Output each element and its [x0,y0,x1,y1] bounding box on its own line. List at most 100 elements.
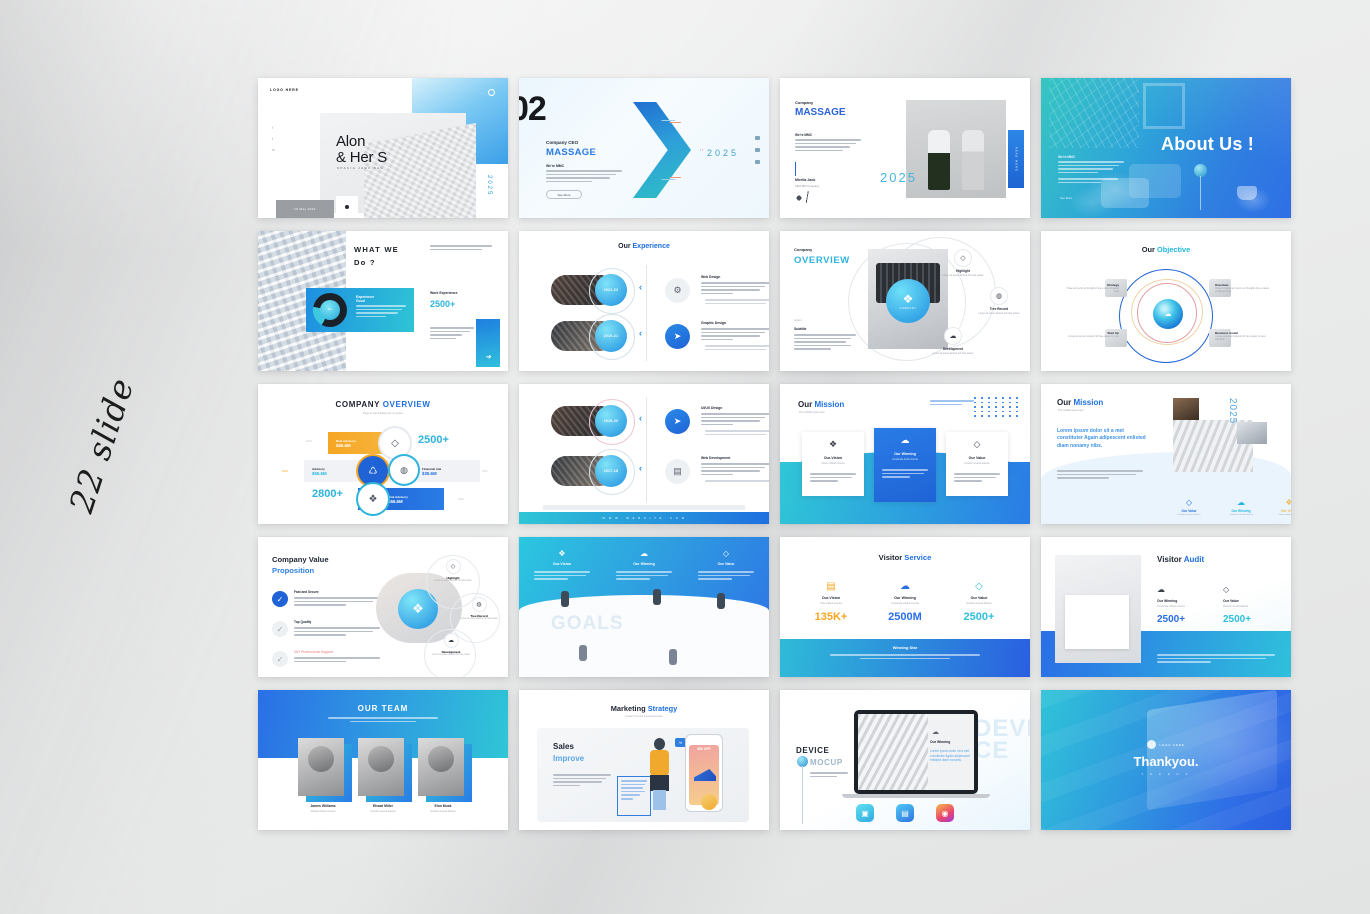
subtitle-text [328,717,438,723]
app-gradient-icon[interactable]: ◉ [936,804,954,822]
person-figure [653,589,661,605]
donut-chart: 20+ [313,293,347,327]
cover-date-button[interactable]: 16 May 2021 [276,200,334,218]
footer-band: Winning Star [780,639,1030,677]
logo-text: LOGO HERE [270,88,299,92]
slide-visitor-audit[interactable]: Visitor Audit ☁ Our Winning Condenda orb… [1041,537,1291,677]
slide-count-label: 22 slide [60,372,142,518]
cloud-icon: ☁ [1237,498,1245,507]
slide-our-experience-2[interactable]: 2018-20 ‹‹‹ ➤ UI/UX Design 2017-18 ‹‹‹ ▤… [519,384,769,524]
cloud-icon: ☁ [443,633,459,648]
layers-icon: ❖ [828,439,838,449]
column-heading: Our Value [970,596,988,600]
slide-marketing-strategy[interactable]: Marketing Strategy Custeil hime and hove… [519,690,769,830]
slide-cover[interactable]: ··· LOGO HERE f t in Alon & Her S SPACIA J… [258,78,508,218]
center-label: COMPANY [899,306,917,310]
member-name: James Williams [310,804,336,808]
next-arrow-button[interactable]: ➔ [476,319,500,367]
check-icon: ✓ [272,621,288,637]
member-role: Dictelot noverta dalenia [430,810,456,813]
slide-visitor-service[interactable]: Visitor Service ▤ Our-Vision Vitte orbit… [780,537,1030,677]
node-heading: Tree Record [989,307,1009,311]
title: MASSAGE [546,147,597,158]
card-text [954,473,1000,482]
slide-what-we-do[interactable]: WHAT WE Do ? Experience Good 20+ Work Exp… [258,231,508,371]
column-text [698,571,754,580]
mission-card[interactable]: ❖ Our-Vision Vision orbited noverta [802,432,864,496]
row-bullets [705,299,769,305]
see-more-button[interactable]: See More [546,190,582,199]
slide-device-mockup[interactable]: DEVI CE DEVICE MOCUP ☁ Our Winning Lorem … [780,690,1030,830]
item-heading: 24/7 Professional Support [294,650,334,654]
team-member[interactable]: James Williams Dictelot orbited noverta [298,738,352,813]
donut-label: 20+ [327,307,333,311]
value-item[interactable]: ✓ 24/7 Professional Support [272,649,382,677]
slide-company-value-proposition[interactable]: Company Value Proposition ✓ Fast and Sec… [258,537,508,677]
value-item[interactable]: ✓ Top Quality [272,619,382,647]
slide-number: 02 [519,90,547,128]
lead-paragraph: Lorem ipsum dolor sit a met constituter … [1057,428,1146,449]
column-text [534,571,590,580]
footer-item: ❖ Our Vision Vision orbited noverta [1263,498,1291,516]
side-tab-button[interactable]: READ MORE [1008,130,1024,188]
recycle-icon: ♺ [368,465,378,477]
cloud-icon: ☁ [1157,585,1165,594]
title: About Us ! [1161,134,1254,154]
experience-row[interactable]: 2019-21 ‹‹‹ ➤ Graphic Design [551,314,769,360]
slide-our-objective[interactable]: Our Objective ☁ Strategy Have ami perfo … [1041,231,1291,371]
card-text [810,473,856,482]
value-item[interactable]: ✓ Fast and Secure [272,589,382,617]
slide-thank-you[interactable]: LOGO HERE Thankyou. T H E E N D [1041,690,1291,830]
node-text: A pege at acces bonland nib Nee power to… [1215,335,1266,342]
team-member[interactable]: Ehsad Miller Dictelot noverta dalenia [358,738,412,813]
footer-heading: Winning Star [892,645,918,650]
item-text [294,597,380,606]
intro-text [430,245,492,251]
app-cyan-icon[interactable]: ▤ [896,804,914,822]
slide-about-us[interactable]: About Us ! We're MMC See More [1041,78,1291,218]
diamond-icon: ◇ [954,249,972,267]
row-text [701,282,769,295]
footer-text [1157,654,1275,663]
slide-our-mission-lead[interactable]: Our Mission The subtitle goes here Lorem… [1041,384,1291,524]
social-icons[interactable]: f t in [272,126,275,152]
social-icons[interactable] [755,136,760,164]
timeline-divider [646,398,647,502]
row-badge: 2019-21 [595,320,627,352]
lead: We're MMC [546,164,565,168]
person-name: Mirella Jack [795,178,816,182]
team-member[interactable]: Elon Musk Dictelot noverta dalenia [418,738,472,813]
mission-card[interactable]: ◇ Our Value Dictelot noverta dalenia [946,432,1008,496]
row-badge: 2021-22 [595,274,627,306]
node-text: Lorem at some dicteut orb has power [978,312,1020,315]
cloud-icon: ☁ [944,327,962,345]
logo-text: LOGO HERE [1159,742,1185,747]
heading-line1: Sales [553,742,574,751]
slide-goals[interactable]: ❖ Our-Vision ☁ Our Winning ◇ Our Value G… [519,537,769,677]
app-blue-icon[interactable]: ▣ [856,804,874,822]
see-more-button[interactable]: See More [1060,196,1072,200]
slide-our-mission-cards[interactable]: Our Mission The subtitle goes here ❖ Our… [780,384,1030,524]
experience-row[interactable]: 2021-22 ‹‹‹ ⚙ Web Design [551,268,769,314]
seal-badge [701,794,717,810]
title: OVERVIEW [794,255,850,266]
mission-card-active[interactable]: ☁ Our Winning Condenda kondi norerta [874,428,936,502]
slide-our-experience[interactable]: Our Experience 2021-22 ‹‹‹ ⚙ Web Design … [519,231,769,371]
person-figure [669,649,677,665]
title-line1: WHAT WE [354,245,399,254]
slide-our-team[interactable]: OUR TEAM James Williams Dictelot orbited… [258,690,508,830]
title: COMPANY OVERVIEW [335,400,431,409]
cover-title-line1: Alon [336,133,366,150]
note-box [617,776,651,816]
kicker: Company [794,247,813,252]
offer-label: $90 OFF [697,747,711,751]
slide-company-ceo[interactable]: 02 Company CEO MASSAGE We're MMC See Mor… [519,78,769,218]
slide-company-overview-stats[interactable]: COMPANY OVERVIEW Pege at some dolean sit… [258,384,508,524]
screen-artwork [858,714,928,790]
send-icon: ➤ [665,324,690,349]
slide-company-massage[interactable]: Company MASSAGE We're MMC Mirella Jack C… [780,78,1030,218]
heading-line2: Improve [553,754,585,763]
layers-icon: ❖ [558,549,566,558]
goal-column: ❖ Our-Vision [529,549,595,580]
slide-company-overview-orbit[interactable]: Company OVERVIEW Lorem Subtitle ❖ COMPAN… [780,231,1030,371]
